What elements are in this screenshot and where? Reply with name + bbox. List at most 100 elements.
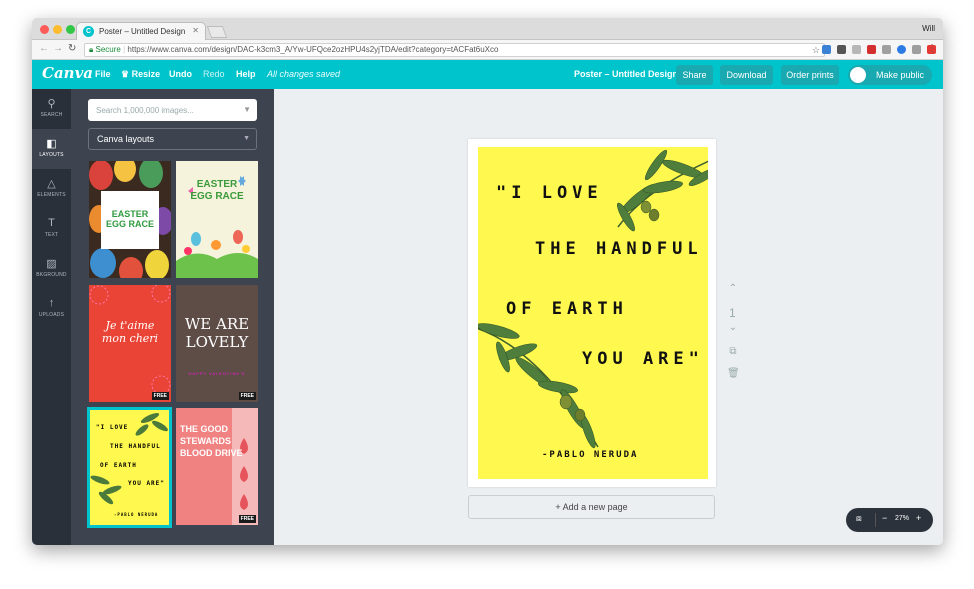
minimize-window-button[interactable] (53, 25, 62, 34)
nav-label: LAYOUTS (39, 152, 64, 158)
elements-icon: △ (47, 178, 56, 190)
undo-button[interactable]: Undo (169, 69, 192, 79)
quote-line[interactable]: YOU ARE" (582, 349, 704, 369)
nav-background[interactable]: ▨ BKGROUND (32, 249, 71, 289)
image-search-input[interactable]: Search 1,000,000 images... ▼ (88, 99, 257, 121)
quote-line[interactable]: OF EARTH (506, 299, 628, 319)
chevron-down-icon: ▼ (243, 135, 250, 142)
close-tab-icon[interactable]: ✕ (192, 26, 199, 35)
layout-category-select[interactable]: Canva layouts ▼ (88, 128, 257, 150)
template-line: BLOOD DRIVE (180, 448, 243, 458)
quote-author[interactable]: -PABLO NERUDA (542, 450, 638, 460)
bookmark-star-icon[interactable]: ☆ (812, 44, 820, 56)
background-icon: ▨ (46, 258, 57, 270)
nav-text[interactable]: T TEXT (32, 209, 71, 249)
page-number: 1 (729, 306, 736, 320)
zoom-level[interactable]: 27% (895, 515, 909, 522)
present-icon[interactable]: ⧈ (856, 513, 862, 524)
browser-window: C Poster – Untitled Design ✕ Will ← → ↻ … (32, 18, 943, 545)
layouts-icon: ◧ (46, 138, 57, 150)
redo-button[interactable]: Redo (203, 69, 225, 79)
move-up-icon[interactable]: ⌃ (727, 283, 739, 294)
template-line: "I LOVE (96, 424, 129, 431)
extension-icon[interactable] (882, 45, 891, 54)
back-icon[interactable]: ← (39, 43, 49, 54)
quote-line[interactable]: "I LOVE (496, 183, 603, 203)
zoom-out-button[interactable]: − (882, 513, 887, 523)
free-badge: FREE (238, 515, 256, 523)
text-icon: T (48, 217, 55, 229)
forward-icon[interactable]: → (53, 43, 63, 54)
free-badge: FREE (238, 392, 256, 400)
delete-page-icon[interactable]: 🗑︎ (727, 368, 740, 379)
maximize-window-button[interactable] (66, 25, 75, 34)
duplicate-page-icon[interactable]: ⧉ (727, 346, 739, 357)
quote-line[interactable]: THE HANDFUL (535, 239, 703, 259)
upload-icon: ↑ (48, 297, 55, 309)
extension-icon[interactable] (822, 45, 831, 54)
move-down-icon[interactable]: ⌄ (727, 322, 739, 333)
secure-label: Secure (95, 45, 121, 54)
template-line: THE GOOD (180, 424, 229, 434)
save-status: All changes saved (267, 69, 341, 79)
file-menu[interactable]: File (95, 69, 111, 79)
help-menu[interactable]: Help (236, 69, 256, 79)
nav-label: TEXT (44, 232, 59, 238)
extension-icon[interactable] (852, 45, 861, 54)
make-public-toggle[interactable]: Make public (848, 65, 932, 85)
nav-label: BKGROUND (36, 272, 67, 278)
nav-label: UPLOADS (38, 312, 65, 318)
reload-icon[interactable]: ↻ (68, 43, 76, 54)
template-thumbnail[interactable]: Je t'aime mon cheri FREE (89, 285, 171, 402)
nav-elements[interactable]: △ ELEMENTS (32, 169, 71, 209)
template-line: -PABLO NERUDA (114, 512, 159, 517)
browser-tab[interactable]: C Poster – Untitled Design ✕ (76, 22, 206, 40)
new-tab-button[interactable] (206, 26, 228, 38)
template-thumbnail-selected[interactable]: "I LOVE THE HANDFUL OF EARTH YOU ARE" -P… (87, 407, 172, 528)
address-bar-row: ← → ↻ 🔒︎ Secure | https://www.canva.com/… (32, 40, 943, 60)
crown-icon: ♛ (121, 69, 130, 79)
template-title: EASTER EGG RACE (190, 179, 244, 202)
side-navigation: ⚲ SEARCH ◧ LAYOUTS △ ELEMENTS T TEXT ▨ B… (32, 89, 71, 545)
nav-search[interactable]: ⚲ SEARCH (32, 89, 71, 129)
template-line: YOU ARE" (128, 480, 165, 487)
nav-uploads[interactable]: ↑ UPLOADS (32, 289, 71, 329)
resize-button[interactable]: ♛ Resize (121, 69, 160, 80)
dropdown-icon: ▼ (243, 105, 251, 114)
zoom-control: ⧈ − 27% + (846, 508, 933, 532)
poster-page[interactable]: "I LOVE THE HANDFUL OF EARTH YOU ARE" -P… (468, 139, 716, 487)
extension-icon[interactable] (897, 45, 906, 54)
share-button[interactable]: Share (676, 65, 713, 85)
order-prints-button[interactable]: Order prints (781, 65, 839, 85)
template-thumbnail[interactable]: EASTER EGG RACE (89, 161, 171, 278)
template-subtitle: HAPPY VALENTINE'S (188, 371, 246, 376)
nav-label: ELEMENTS (37, 192, 66, 198)
nav-layouts[interactable]: ◧ LAYOUTS (32, 129, 71, 169)
design-title[interactable]: Poster – Untitled Design (574, 69, 678, 79)
template-thumbnail[interactable]: WE ARE LOVELY HAPPY VALENTINE'S FREE (176, 285, 258, 402)
zoom-in-button[interactable]: + (916, 513, 921, 523)
profile-name[interactable]: Will (922, 24, 935, 33)
layouts-panel: Search 1,000,000 images... ▼ Canva layou… (71, 89, 274, 545)
close-window-button[interactable] (40, 25, 49, 34)
canva-favicon-icon: C (83, 26, 94, 37)
browser-menu-icon[interactable]: ⋮ (927, 43, 937, 54)
extension-icon[interactable] (867, 45, 876, 54)
template-thumbnail[interactable]: EASTER EGG RACE (176, 161, 258, 278)
category-label: Canva layouts (97, 134, 155, 144)
lock-icon: 🔒︎ (89, 45, 94, 54)
template-thumbnail[interactable]: THE GOOD STEWARDS BLOOD DRIVE FREE (176, 408, 258, 525)
download-button[interactable]: Download (720, 65, 773, 85)
add-new-page-button[interactable]: + Add a new page (468, 495, 715, 519)
poster-artboard[interactable]: "I LOVE THE HANDFUL OF EARTH YOU ARE" -P… (478, 147, 708, 479)
search-placeholder: Search 1,000,000 images... (96, 106, 194, 115)
design-canvas-area: "I LOVE THE HANDFUL OF EARTH YOU ARE" -P… (274, 89, 943, 545)
pocket-icon[interactable] (837, 45, 846, 54)
make-public-label: Make public (876, 70, 925, 80)
template-line: STEWARDS (180, 436, 232, 446)
template-title: Je t'aime mon cheri (101, 319, 159, 345)
canva-logo[interactable]: Canva (42, 64, 93, 82)
camera-icon[interactable] (912, 45, 921, 54)
tab-bar: C Poster – Untitled Design ✕ Will (32, 18, 943, 40)
url-field[interactable]: 🔒︎ Secure | https://www.canva.com/design… (84, 43, 825, 57)
